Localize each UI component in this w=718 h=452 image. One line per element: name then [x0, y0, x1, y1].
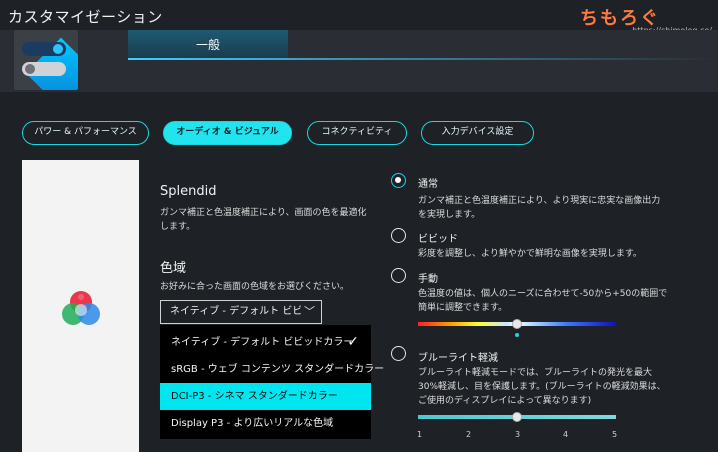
- splendid-description: ガンマ補正と色温度補正により、画面の色を最適化します。: [160, 208, 367, 232]
- mode-normal-label: 通常: [418, 179, 438, 190]
- bluelight-slider-thumb[interactable]: [512, 412, 522, 422]
- radio-manual[interactable]: [391, 268, 406, 283]
- tab-general[interactable]: 一般: [128, 30, 288, 60]
- radio-vivid[interactable]: [391, 228, 406, 243]
- category-input-devices[interactable]: 入力デバイス設定: [421, 121, 534, 145]
- window-title: カスタマイゼーション: [8, 8, 163, 26]
- splendid-title: Splendid: [160, 184, 217, 199]
- bluelight-tick-2: 2: [466, 430, 472, 439]
- category-connectivity[interactable]: コネクティビティ: [307, 121, 407, 145]
- mode-manual-description: 色温度の値は、個人のニーズに合わせて-50から+50の範囲で簡単に調整できます。: [418, 289, 668, 313]
- category-power-performance[interactable]: パワー & パフォーマンス: [22, 121, 149, 145]
- radio-bluelight[interactable]: [391, 346, 406, 361]
- mode-vivid-description: 彩度を調整し、より鮮やかで鮮明な画像を実現します。: [418, 249, 642, 259]
- radio-normal[interactable]: [391, 173, 406, 188]
- mode-manual-label: 手動: [418, 274, 438, 285]
- gamut-select[interactable]: ネイティブ - デフォルト ビビッ ﹀: [160, 300, 322, 324]
- gamut-option-display-p3[interactable]: Display P3 - より広いリアルな色域: [160, 410, 371, 437]
- gamut-option-native[interactable]: ネイティブ - デフォルト ビビッドカラー ✓: [160, 329, 371, 356]
- bluelight-tick-3: 3: [515, 430, 521, 439]
- customization-app-icon: [14, 30, 78, 90]
- mode-normal-description: ガンマ補正と色温度補正により、より現実に忠実な画像出力を実現します。: [418, 196, 661, 220]
- header-band: [0, 30, 718, 92]
- gamut-dropdown-menu: ネイティブ - デフォルト ビビッドカラー ✓ sRGB - ウェブ コンテンツ…: [160, 325, 384, 439]
- bluelight-tick-4: 4: [563, 430, 569, 439]
- slider-default-marker: [515, 333, 519, 337]
- color-temperature-slider-thumb[interactable]: [512, 319, 522, 329]
- tab-underline: [128, 58, 718, 60]
- mode-bluelight-description: ブルーライト軽減モードでは、ブルーライトの発光を最大30%軽減し、目を保護します…: [418, 368, 666, 406]
- gamut-description: お好みに合った画面の色域をお選びください。: [160, 282, 350, 292]
- mode-bluelight-label: ブルーライト軽減: [418, 353, 498, 364]
- category-audio-visual[interactable]: オーディオ & ビジュアル: [163, 121, 292, 145]
- gamut-select-value: ネイティブ - デフォルト ビビッ: [170, 306, 313, 317]
- bluelight-tick-1: 1: [417, 430, 423, 439]
- gamut-option-srgb[interactable]: sRGB - ウェブ コンテンツ スタンダードカラー: [160, 356, 384, 383]
- checkmark-icon: ✓: [347, 334, 359, 350]
- gamut-title: 色域: [160, 261, 187, 276]
- chevron-down-icon: ﹀: [301, 301, 315, 323]
- mode-vivid-label: ビビッド: [418, 234, 458, 245]
- bluelight-tick-5: 5: [612, 430, 618, 439]
- gamut-option-dci-p3[interactable]: DCI-P3 - シネマ スタンダードカラー: [160, 383, 371, 410]
- color-circles-icon: [62, 291, 100, 325]
